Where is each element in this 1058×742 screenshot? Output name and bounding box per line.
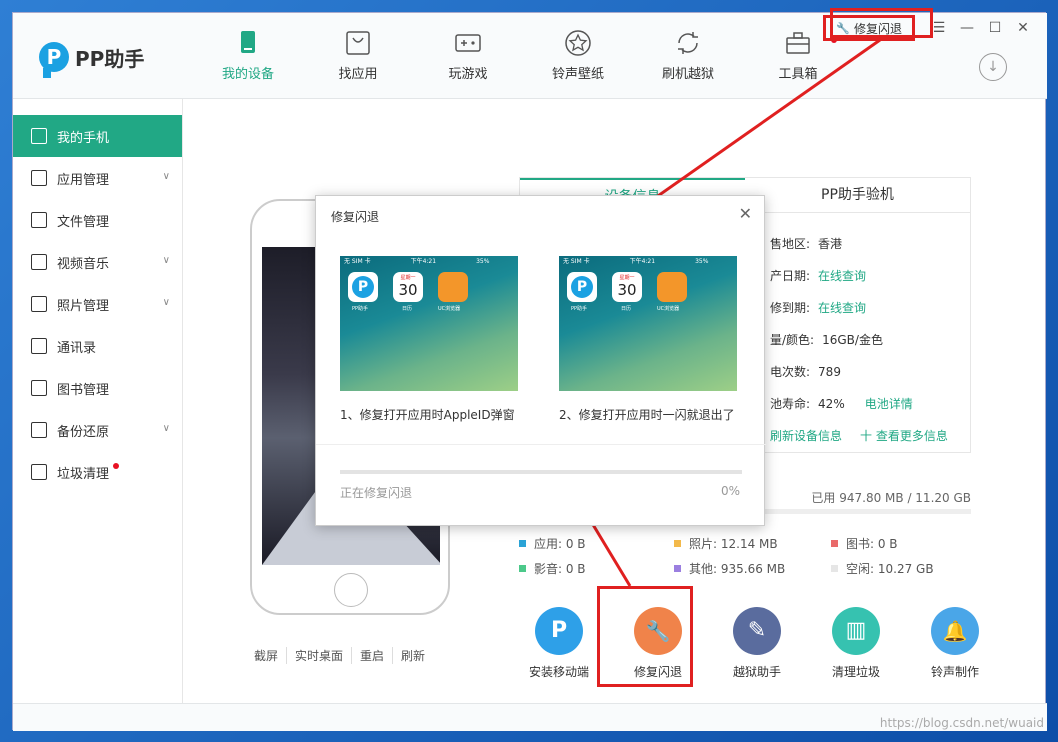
repair-status: 正在修复闪退 — [340, 486, 413, 500]
calendar-icon: 星期一 30 — [612, 272, 642, 302]
app-label: PP助手 — [571, 306, 588, 312]
status-bar: 无 SIM 卡下午4:21 35% — [344, 258, 490, 265]
divider — [316, 444, 766, 445]
repair-percent: 0% — [720, 484, 740, 498]
pp-app-icon: P — [348, 272, 378, 302]
status-bar: 无 SIM 卡下午4:21 35% — [563, 258, 709, 265]
uc-browser-icon — [438, 272, 468, 302]
repair-progress-bar — [340, 470, 742, 474]
example-screenshot-1: 无 SIM 卡下午4:21 35% P PP助手 星期一 30 日历 UC浏览器 — [340, 256, 518, 391]
watermark: https://blog.csdn.net/wuaid — [879, 716, 1044, 730]
pp-app-icon: P — [567, 272, 597, 302]
caption-2: 2、修复打开应用时一闪就退出了 — [559, 408, 735, 422]
app-label: UC浏览器 — [657, 306, 680, 312]
app-label: 日历 — [402, 306, 413, 312]
fix-crash-dialog: 修复闪退 ✕ 无 SIM 卡下午4:21 35% P PP助手 星期一 30 日历 … — [315, 195, 766, 526]
app-label: PP助手 — [352, 306, 369, 312]
app-label: 日历 — [621, 306, 632, 312]
calendar-icon: 星期一 30 — [393, 272, 423, 302]
example-screenshot-2: 无 SIM 卡下午4:21 35% P PP助手 星期一 30 日历 UC浏览器 — [559, 256, 737, 391]
close-icon[interactable]: ✕ — [739, 204, 752, 223]
dialog-title: 修复闪退 — [331, 210, 380, 224]
app-label: UC浏览器 — [438, 306, 461, 312]
caption-1: 1、修复打开应用时AppleID弹窗 — [340, 408, 515, 422]
uc-browser-icon — [657, 272, 687, 302]
